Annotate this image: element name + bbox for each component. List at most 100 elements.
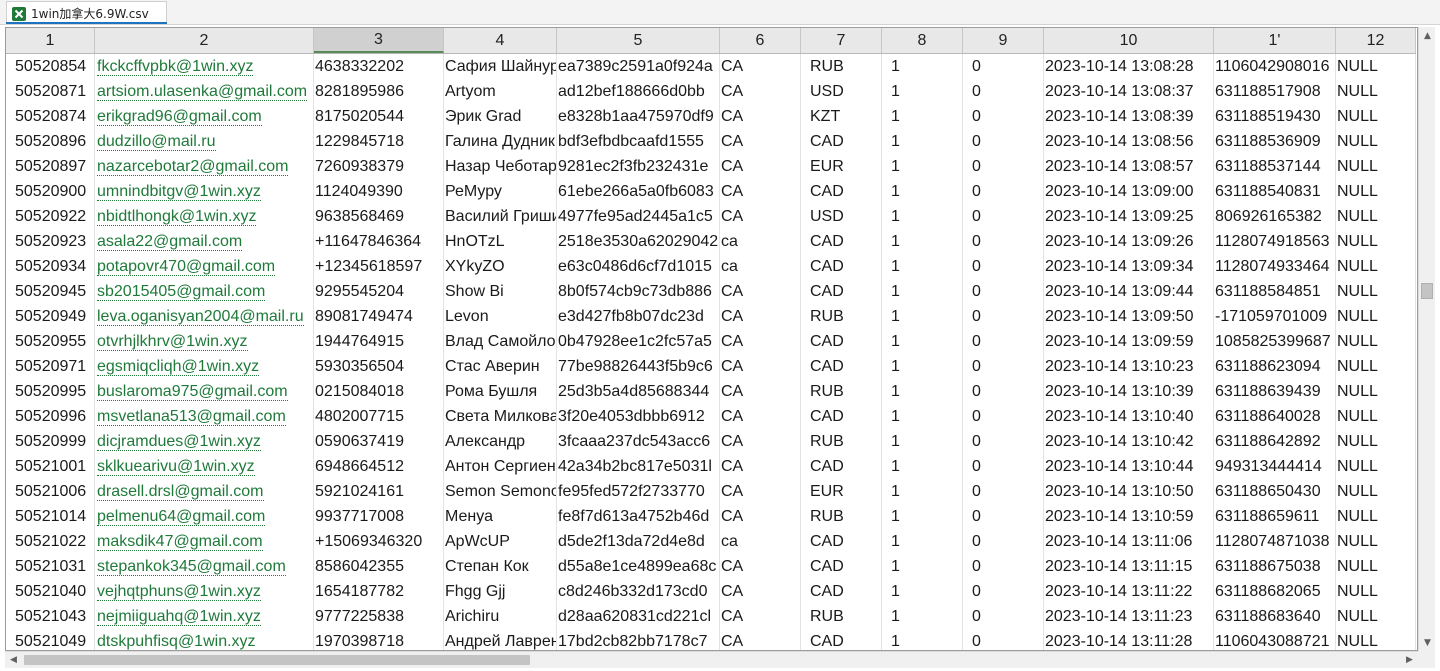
email-cell[interactable]: sb2015405@gmail.com xyxy=(95,279,314,304)
email-link[interactable]: buslaroma975@gmail.com xyxy=(97,383,288,401)
table-cell[interactable]: 1 xyxy=(882,104,963,129)
table-cell[interactable]: РеМуру xyxy=(444,179,557,204)
email-cell[interactable]: umnindbitgv@1win.xyz xyxy=(95,179,314,204)
email-cell[interactable]: buslaroma975@gmail.com xyxy=(95,379,314,404)
email-cell[interactable]: stepankok345@gmail.com xyxy=(95,554,314,579)
table-cell[interactable]: 1 xyxy=(882,179,963,204)
email-link[interactable]: umnindbitgv@1win.xyz xyxy=(97,183,261,201)
table-cell[interactable]: Эрик Grad xyxy=(444,104,557,129)
table-cell[interactable]: Назар Чеботарь xyxy=(444,154,557,179)
email-link[interactable]: sb2015405@gmail.com xyxy=(97,283,266,301)
table-cell[interactable]: CA xyxy=(720,504,801,529)
table-cell[interactable]: 2023-10-14 13:10:59 xyxy=(1044,504,1214,529)
table-cell[interactable]: CAD xyxy=(801,554,882,579)
table-cell[interactable]: 631188517908 xyxy=(1214,79,1336,104)
table-cell[interactable]: 61ebe266a5a0fb6083 xyxy=(557,179,720,204)
table-cell[interactable]: CAD xyxy=(801,529,882,554)
table-cell[interactable]: 1 xyxy=(882,604,963,629)
table-cell[interactable]: 0 xyxy=(963,579,1044,604)
table-cell[interactable]: 50520854 xyxy=(6,54,95,79)
email-link[interactable]: vejhqtphuns@1win.xyz xyxy=(97,583,261,601)
email-link[interactable]: msvetlana513@gmail.com xyxy=(97,408,286,426)
table-cell[interactable]: Рома Бушля xyxy=(444,379,557,404)
column-header[interactable]: 5 xyxy=(557,28,720,53)
email-cell[interactable]: drasell.drsl@gmail.com xyxy=(95,479,314,504)
table-cell[interactable]: 2023-10-14 13:08:28 xyxy=(1044,54,1214,79)
table-cell[interactable]: 2023-10-14 13:09:25 xyxy=(1044,204,1214,229)
table-cell[interactable]: 25d3b5a4d85688344 xyxy=(557,379,720,404)
table-cell[interactable]: 631188537144 xyxy=(1214,154,1336,179)
email-link[interactable]: nejmiiguahq@1win.xyz xyxy=(97,608,261,626)
table-cell[interactable]: +15069346320 xyxy=(314,529,444,554)
table-cell[interactable]: 0 xyxy=(963,129,1044,154)
table-cell[interactable]: 1 xyxy=(882,304,963,329)
table-cell[interactable]: CA xyxy=(720,404,801,429)
table-cell[interactable]: CA xyxy=(720,54,801,79)
table-cell[interactable]: 949313444414 xyxy=(1214,454,1336,479)
table-cell[interactable]: 50520897 xyxy=(6,154,95,179)
table-cell[interactable]: 0 xyxy=(963,354,1044,379)
table-cell[interactable]: CA xyxy=(720,79,801,104)
table-cell[interactable]: Александр xyxy=(444,429,557,454)
table-cell[interactable]: 50520900 xyxy=(6,179,95,204)
table-cell[interactable]: CA xyxy=(720,429,801,454)
email-link[interactable]: egsmiqcliqh@1win.xyz xyxy=(97,358,260,376)
table-cell[interactable]: EUR xyxy=(801,154,882,179)
table-cell[interactable]: Менуа xyxy=(444,504,557,529)
table-cell[interactable]: 8281895986 xyxy=(314,79,444,104)
column-header[interactable]: 1 xyxy=(6,28,95,53)
table-cell[interactable]: 1128074871038 xyxy=(1214,529,1336,554)
table-cell[interactable]: 631188536909 xyxy=(1214,129,1336,154)
table-cell[interactable]: 2023-10-14 13:11:06 xyxy=(1044,529,1214,554)
table-cell[interactable]: 0 xyxy=(963,79,1044,104)
table-cell[interactable]: 2023-10-14 13:08:37 xyxy=(1044,79,1214,104)
table-cell[interactable]: 1 xyxy=(882,129,963,154)
table-cell[interactable]: 50521022 xyxy=(6,529,95,554)
table-cell[interactable]: 631188540831 xyxy=(1214,179,1336,204)
table-cell[interactable]: 0 xyxy=(963,329,1044,354)
table-cell[interactable]: 1 xyxy=(882,579,963,604)
column-header[interactable]: 10 xyxy=(1044,28,1214,53)
table-cell[interactable]: NULL xyxy=(1336,154,1416,179)
table-cell[interactable]: 50520996 xyxy=(6,404,95,429)
table-cell[interactable]: c8d246b332d173cd0 xyxy=(557,579,720,604)
table-cell[interactable]: 0 xyxy=(963,154,1044,179)
table-cell[interactable]: 2518e3530a62029042 xyxy=(557,229,720,254)
table-cell[interactable]: 1 xyxy=(882,279,963,304)
table-cell[interactable]: 631188642892 xyxy=(1214,429,1336,454)
email-cell[interactable]: pelmenu64@gmail.com xyxy=(95,504,314,529)
table-cell[interactable]: -171059701009 xyxy=(1214,304,1336,329)
table-cell[interactable]: 1 xyxy=(882,79,963,104)
email-link[interactable]: dicjramdues@1win.xyz xyxy=(97,433,261,451)
table-cell[interactable]: CA xyxy=(720,279,801,304)
table-cell[interactable]: 1128074933464 xyxy=(1214,254,1336,279)
table-cell[interactable]: CAD xyxy=(801,329,882,354)
table-cell[interactable]: 1 xyxy=(882,504,963,529)
table-cell[interactable]: d5de2f13da72d4e8d xyxy=(557,529,720,554)
table-cell[interactable]: ca xyxy=(720,254,801,279)
email-cell[interactable]: dtskpuhfisq@1win.xyz xyxy=(95,629,314,650)
table-cell[interactable]: 631188584851 xyxy=(1214,279,1336,304)
email-link[interactable]: sklkuearivu@1win.xyz xyxy=(97,458,255,476)
table-cell[interactable]: e8328b1aa475970df9 xyxy=(557,104,720,129)
email-cell[interactable]: otvrhjlkhrv@1win.xyz xyxy=(95,329,314,354)
table-cell[interactable]: CAD xyxy=(801,629,882,650)
table-cell[interactable]: 2023-10-14 13:09:34 xyxy=(1044,254,1214,279)
table-cell[interactable]: CA xyxy=(720,104,801,129)
table-cell[interactable]: 50520922 xyxy=(6,204,95,229)
table-cell[interactable]: ad12bef188666d0bb xyxy=(557,79,720,104)
email-cell[interactable]: dicjramdues@1win.xyz xyxy=(95,429,314,454)
table-cell[interactable]: 631188640028 xyxy=(1214,404,1336,429)
email-cell[interactable]: fkckcffvpbk@1win.xyz xyxy=(95,54,314,79)
table-cell[interactable]: CA xyxy=(720,479,801,504)
table-cell[interactable]: CA xyxy=(720,304,801,329)
table-cell[interactable]: 50520955 xyxy=(6,329,95,354)
table-cell[interactable]: 5921024161 xyxy=(314,479,444,504)
table-cell[interactable]: 9295545204 xyxy=(314,279,444,304)
table-cell[interactable]: 1085825399687 xyxy=(1214,329,1336,354)
table-cell[interactable]: 2023-10-14 13:09:50 xyxy=(1044,304,1214,329)
table-cell[interactable]: Show Bi xyxy=(444,279,557,304)
table-cell[interactable]: 0b47928ee1c2fc57a5 xyxy=(557,329,720,354)
table-cell[interactable]: CAD xyxy=(801,279,882,304)
table-cell[interactable]: 50520945 xyxy=(6,279,95,304)
